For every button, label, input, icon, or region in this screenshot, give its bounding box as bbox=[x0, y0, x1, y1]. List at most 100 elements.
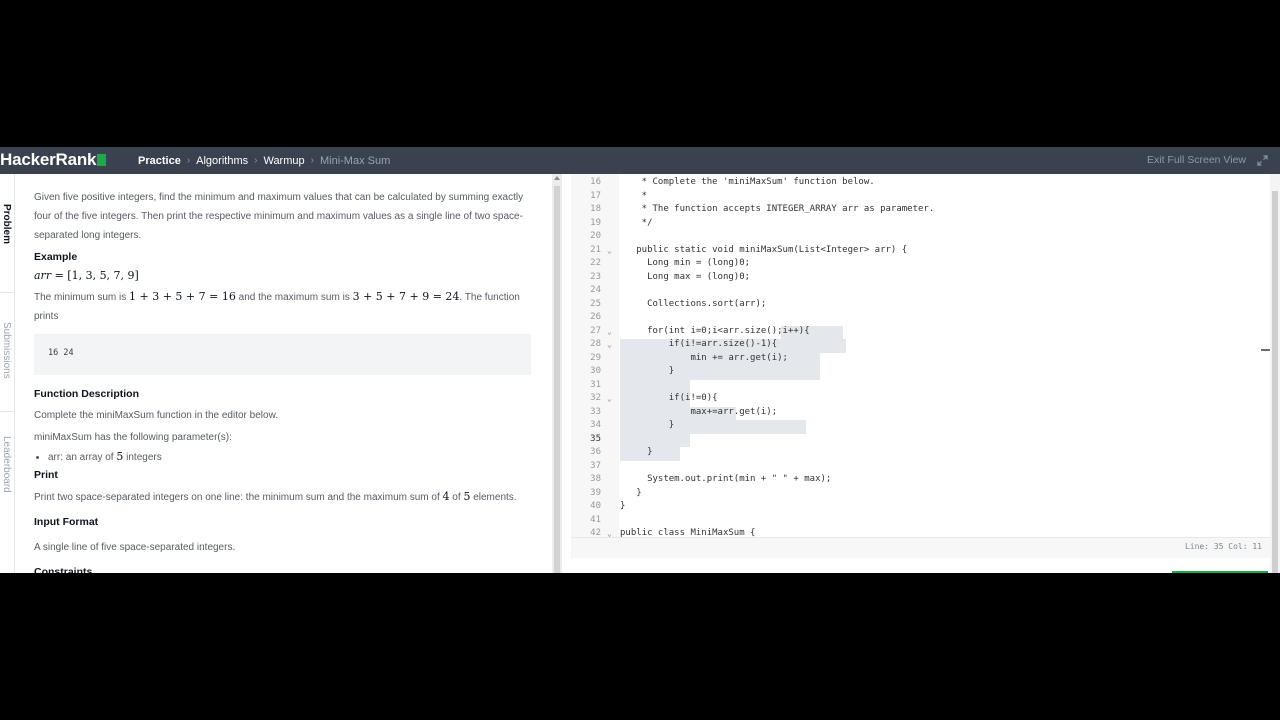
hackerrank-logo[interactable]: HackerRank bbox=[0, 149, 107, 171]
scroll-position-marker bbox=[1261, 349, 1270, 351]
code-line[interactable]: 17 * bbox=[571, 190, 1270, 204]
code-text: if(i!=arr.size()-1){ bbox=[620, 339, 778, 349]
code-editor[interactable]: 16 * Complete the 'miniMaxSum' function … bbox=[571, 174, 1270, 557]
fold-chevron-icon[interactable]: ⌄ bbox=[607, 244, 612, 258]
code-text: } bbox=[620, 447, 653, 457]
example-heading: Example bbox=[34, 251, 78, 263]
tab-leaderboard[interactable]: Leaderboard bbox=[0, 436, 14, 506]
tab-divider bbox=[0, 292, 14, 293]
parameters-intro: miniMaxSum has the following parameter(s… bbox=[34, 432, 232, 443]
code-text: System.out.print(min + " " + max); bbox=[620, 474, 832, 484]
code-line[interactable]: 32 ⌄ if(i!=0){ bbox=[571, 392, 1270, 406]
breadcrumb-warmup[interactable]: Warmup bbox=[263, 155, 304, 167]
code-line[interactable]: 31 bbox=[571, 379, 1270, 393]
line-number: 38 bbox=[590, 474, 601, 484]
code-text: * Complete the 'miniMaxSum' function bel… bbox=[620, 177, 875, 187]
code-line[interactable]: 18 * The function accepts INTEGER_ARRAY … bbox=[571, 203, 1270, 217]
fold-chevron-icon[interactable]: ⌄ bbox=[607, 325, 612, 339]
fold-chevron-icon[interactable]: ⌄ bbox=[607, 392, 612, 406]
code-text: } bbox=[620, 420, 675, 430]
line-number: 34 bbox=[590, 420, 601, 430]
breadcrumb-current: Mini-Max Sum bbox=[319, 154, 391, 167]
cursor-position: Line: 35 Col: 11 bbox=[1184, 542, 1262, 551]
scroll-up-icon[interactable] bbox=[554, 176, 560, 180]
code-line[interactable]: 39 } bbox=[571, 487, 1270, 501]
editor-status-bar: Line: 35 Col: 11 bbox=[571, 537, 1270, 558]
tab-divider bbox=[0, 411, 14, 412]
problem-scrollbar[interactable] bbox=[553, 174, 561, 573]
fold-chevron-icon[interactable]: ⌄ bbox=[607, 338, 612, 352]
line-number: 41 bbox=[590, 514, 601, 525]
code-line[interactable]: 24 bbox=[571, 284, 1270, 298]
problem-statement: Given five positive integers, find the m… bbox=[34, 192, 524, 241]
tab-submissions[interactable]: Submissions bbox=[0, 322, 14, 382]
code-line[interactable]: 22 Long min = (long)0; bbox=[571, 257, 1270, 271]
code-line[interactable]: 16 * Complete the 'miniMaxSum' function … bbox=[571, 176, 1270, 190]
breadcrumb: Practice › Algorithms › Warmup › Mini-Ma… bbox=[138, 147, 390, 174]
parameter-list: arr: an array of 5 integers bbox=[34, 447, 534, 467]
example-explanation: The minimum sum is 1 + 3 + 5 + 7 = 16 an… bbox=[34, 290, 520, 322]
line-number: 29 bbox=[590, 352, 601, 363]
code-line[interactable]: 20 bbox=[571, 230, 1270, 244]
code-line[interactable]: 36 } bbox=[571, 446, 1270, 460]
breadcrumb-practice[interactable]: Practice bbox=[138, 155, 181, 167]
input-format-heading: Input Format bbox=[34, 516, 99, 528]
function-description-heading: Function Description bbox=[34, 388, 139, 400]
code-line[interactable]: 40} bbox=[571, 500, 1270, 514]
code-text: Long min = (long)0; bbox=[620, 258, 751, 268]
parameter-item: arr: an array of 5 integers bbox=[48, 447, 534, 467]
line-number: 16 bbox=[590, 177, 601, 187]
code-line[interactable]: 19 */ bbox=[571, 217, 1270, 231]
code-text: } bbox=[620, 487, 642, 498]
line-number: 25 bbox=[590, 298, 601, 309]
problem-pane: Given five positive integers, find the m… bbox=[14, 174, 552, 573]
line-number: 33 bbox=[590, 406, 601, 417]
code-line[interactable]: 28 ⌄ if(i!=arr.size()-1){ bbox=[571, 338, 1270, 352]
code-text: for(int i=0;i<arr.size();i++){ bbox=[620, 325, 810, 336]
code-line[interactable]: 25 Collections.sort(arr); bbox=[571, 298, 1270, 312]
editor-scrollbar[interactable] bbox=[1270, 174, 1280, 573]
code-text: max+=arr.get(i); bbox=[620, 406, 778, 417]
line-number: 36 bbox=[590, 447, 601, 457]
code-line[interactable]: 37 bbox=[571, 460, 1270, 474]
line-number: 37 bbox=[590, 460, 601, 471]
code-line[interactable]: 30 } bbox=[571, 365, 1270, 379]
code-text: if(i!=0){ bbox=[620, 393, 718, 403]
side-tab-rail: Problem Submissions Leaderboard bbox=[0, 174, 15, 573]
code-line[interactable]: 35 bbox=[571, 433, 1270, 447]
tab-problem[interactable]: Problem bbox=[0, 204, 14, 259]
code-text: * The function accepts INTEGER_ARRAY arr… bbox=[620, 204, 935, 214]
code-line[interactable]: 26 bbox=[571, 311, 1270, 325]
code-line[interactable]: 38 System.out.print(min + " " + max); bbox=[571, 473, 1270, 487]
exit-fullscreen-link[interactable]: Exit Full Screen View bbox=[1147, 147, 1246, 174]
code-text: } bbox=[620, 366, 675, 376]
code-line[interactable]: 29 min += arr.get(i); bbox=[571, 352, 1270, 366]
run-button-edge[interactable] bbox=[1172, 571, 1268, 573]
print-heading: Print bbox=[34, 469, 58, 481]
code-line[interactable]: 27 ⌄ for(int i=0;i<arr.size();i++){ bbox=[571, 325, 1270, 339]
code-line[interactable]: 34 } bbox=[571, 419, 1270, 433]
line-number: 26 bbox=[590, 312, 601, 322]
code-text: public static void miniMaxSum(List<Integ… bbox=[620, 244, 908, 255]
code-line[interactable]: 21 ⌄ public static void miniMaxSum(List<I… bbox=[571, 244, 1270, 258]
code-line[interactable]: 23 Long max = (long)0; bbox=[571, 271, 1270, 285]
line-number: 23 bbox=[590, 271, 601, 282]
code-text: */ bbox=[620, 217, 653, 228]
line-number: 22 bbox=[590, 258, 601, 268]
line-number: 39 bbox=[590, 487, 601, 498]
code-line[interactable]: 41 bbox=[571, 514, 1270, 528]
code-text: Collections.sort(arr); bbox=[620, 298, 767, 309]
line-number: 40 bbox=[590, 501, 601, 511]
scrollbar-thumb[interactable] bbox=[554, 186, 560, 573]
line-number: 21 bbox=[590, 244, 601, 255]
collapse-fullscreen-icon[interactable] bbox=[1257, 155, 1268, 166]
code-line[interactable]: 33 max+=arr.get(i); bbox=[571, 406, 1270, 420]
code-text: Long max = (long)0; bbox=[620, 271, 751, 282]
line-number: 20 bbox=[590, 231, 601, 241]
function-description-text: Complete the miniMaxSum function in the … bbox=[34, 410, 279, 421]
line-number: 24 bbox=[590, 285, 601, 295]
breadcrumb-algorithms[interactable]: Algorithms bbox=[196, 155, 248, 167]
input-format-text: A single line of five space-separated in… bbox=[34, 542, 236, 553]
constraints-heading: Constraints bbox=[34, 566, 93, 573]
scrollbar-thumb[interactable] bbox=[1272, 191, 1278, 573]
